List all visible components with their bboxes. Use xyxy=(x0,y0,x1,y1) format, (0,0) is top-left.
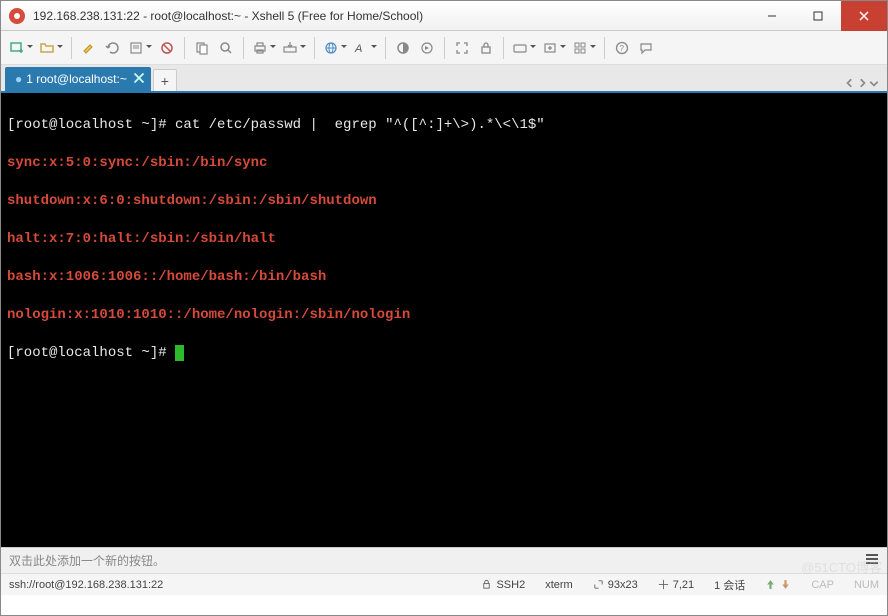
new-session-button[interactable] xyxy=(7,36,35,60)
copy-button[interactable] xyxy=(191,36,213,60)
terminal-output: nologin:x:1010:1010::/home/nologin:/sbin… xyxy=(7,306,881,325)
file-transfer-button[interactable] xyxy=(280,36,308,60)
tab-close-button[interactable] xyxy=(133,72,145,84)
toolbar-separator xyxy=(243,37,244,59)
session-tab[interactable]: ● 1 root@localhost:~ xyxy=(5,67,151,91)
toolbar-separator xyxy=(444,37,445,59)
window-titlebar: 192.168.238.131:22 - root@localhost:~ - … xyxy=(1,1,887,31)
font-button[interactable]: A xyxy=(351,36,379,60)
hamburger-icon[interactable] xyxy=(865,553,879,568)
status-size: 93x23 xyxy=(593,579,638,591)
terminal-output: sync:x:5:0:sync:/sbin:/bin/sync xyxy=(7,154,881,173)
status-cap: CAP xyxy=(811,579,834,591)
svg-text:?: ? xyxy=(620,44,625,53)
chat-button[interactable] xyxy=(635,36,657,60)
equalizer-decoration xyxy=(251,527,269,545)
terminal-output: bash:x:1006:1006::/home/bash:/bin/bash xyxy=(7,268,881,287)
toolbar-separator xyxy=(184,37,185,59)
close-button[interactable] xyxy=(841,1,887,31)
cursor xyxy=(175,345,184,361)
color-scheme-button[interactable] xyxy=(392,36,414,60)
fullscreen-button[interactable] xyxy=(451,36,473,60)
lock-button[interactable] xyxy=(475,36,497,60)
equalizer-decoration xyxy=(461,525,489,545)
disconnect-button[interactable] xyxy=(156,36,178,60)
prompt: [root@localhost ~]# xyxy=(7,345,175,361)
tab-prev-button[interactable] xyxy=(845,77,855,91)
terminal-output: halt:x:7:0:halt:/sbin:/sbin/halt xyxy=(7,230,881,249)
maximize-button[interactable] xyxy=(795,1,841,31)
down-arrow-icon xyxy=(780,579,791,590)
terminal-output: shutdown:x:6:0:shutdown:/sbin:/sbin/shut… xyxy=(7,192,881,211)
size-icon xyxy=(593,579,604,590)
quick-button-bar[interactable]: 双击此处添加一个新的按钮。 xyxy=(1,547,887,573)
language-button[interactable] xyxy=(321,36,349,60)
highlight-button[interactable] xyxy=(78,36,100,60)
hint-text: 双击此处添加一个新的按钮。 xyxy=(9,552,165,569)
toolbar-separator xyxy=(71,37,72,59)
add-tab-button[interactable]: + xyxy=(153,69,177,91)
new-tab-button[interactable] xyxy=(540,36,568,60)
tab-next-button[interactable] xyxy=(857,77,867,91)
keyboard-button[interactable] xyxy=(510,36,538,60)
up-arrow-icon xyxy=(765,579,776,590)
status-connection: ssh://root@192.168.238.131:22 xyxy=(9,579,163,591)
terminal-pane[interactable]: [root@localhost ~]# cat /etc/passwd | eg… xyxy=(1,93,887,547)
toolbar-separator xyxy=(314,37,315,59)
tab-bar: ● 1 root@localhost:~ + xyxy=(1,65,887,93)
properties-button[interactable] xyxy=(126,36,154,60)
reconnect-button[interactable] xyxy=(102,36,124,60)
tile-button[interactable] xyxy=(570,36,598,60)
toolbar-separator xyxy=(503,37,504,59)
status-cursor: 7,21 xyxy=(658,579,694,591)
terminal-line: [root@localhost ~]# cat /etc/passwd | eg… xyxy=(7,116,881,135)
terminal-line: [root@localhost ~]# xyxy=(7,344,881,363)
equalizer-decoration xyxy=(5,513,69,545)
app-icon xyxy=(9,8,25,24)
toolbar-separator xyxy=(385,37,386,59)
tab-nav xyxy=(845,77,883,91)
toolbar-separator xyxy=(604,37,605,59)
status-termtype: xterm xyxy=(545,579,573,591)
equalizer-decoration xyxy=(831,509,883,545)
status-session: 1 会话 xyxy=(714,577,745,593)
tab-label: 1 root@localhost:~ xyxy=(26,72,127,86)
print-button[interactable] xyxy=(250,36,278,60)
tab-list-button[interactable] xyxy=(869,77,879,91)
svg-text:A: A xyxy=(354,43,362,55)
find-button[interactable] xyxy=(215,36,237,60)
prompt: [root@localhost ~]# xyxy=(7,117,175,133)
minimize-button[interactable] xyxy=(749,1,795,31)
status-bar: ssh://root@192.168.238.131:22 SSH2 xterm… xyxy=(1,573,887,595)
window-title: 192.168.238.131:22 - root@localhost:~ - … xyxy=(33,9,749,23)
lock-icon xyxy=(481,579,492,590)
cursor-pos-icon xyxy=(658,579,669,590)
status-traffic xyxy=(765,579,791,590)
toolbar: A ? xyxy=(1,31,887,65)
command-text: cat /etc/passwd | egrep "^([^:]+\>).*\<\… xyxy=(175,117,545,133)
status-num: NUM xyxy=(854,579,879,591)
help-button[interactable]: ? xyxy=(611,36,633,60)
tab-indicator-icon: ● xyxy=(15,72,22,86)
session-manager-button[interactable] xyxy=(416,36,438,60)
status-protocol: SSH2 xyxy=(481,579,525,591)
open-button[interactable] xyxy=(37,36,65,60)
